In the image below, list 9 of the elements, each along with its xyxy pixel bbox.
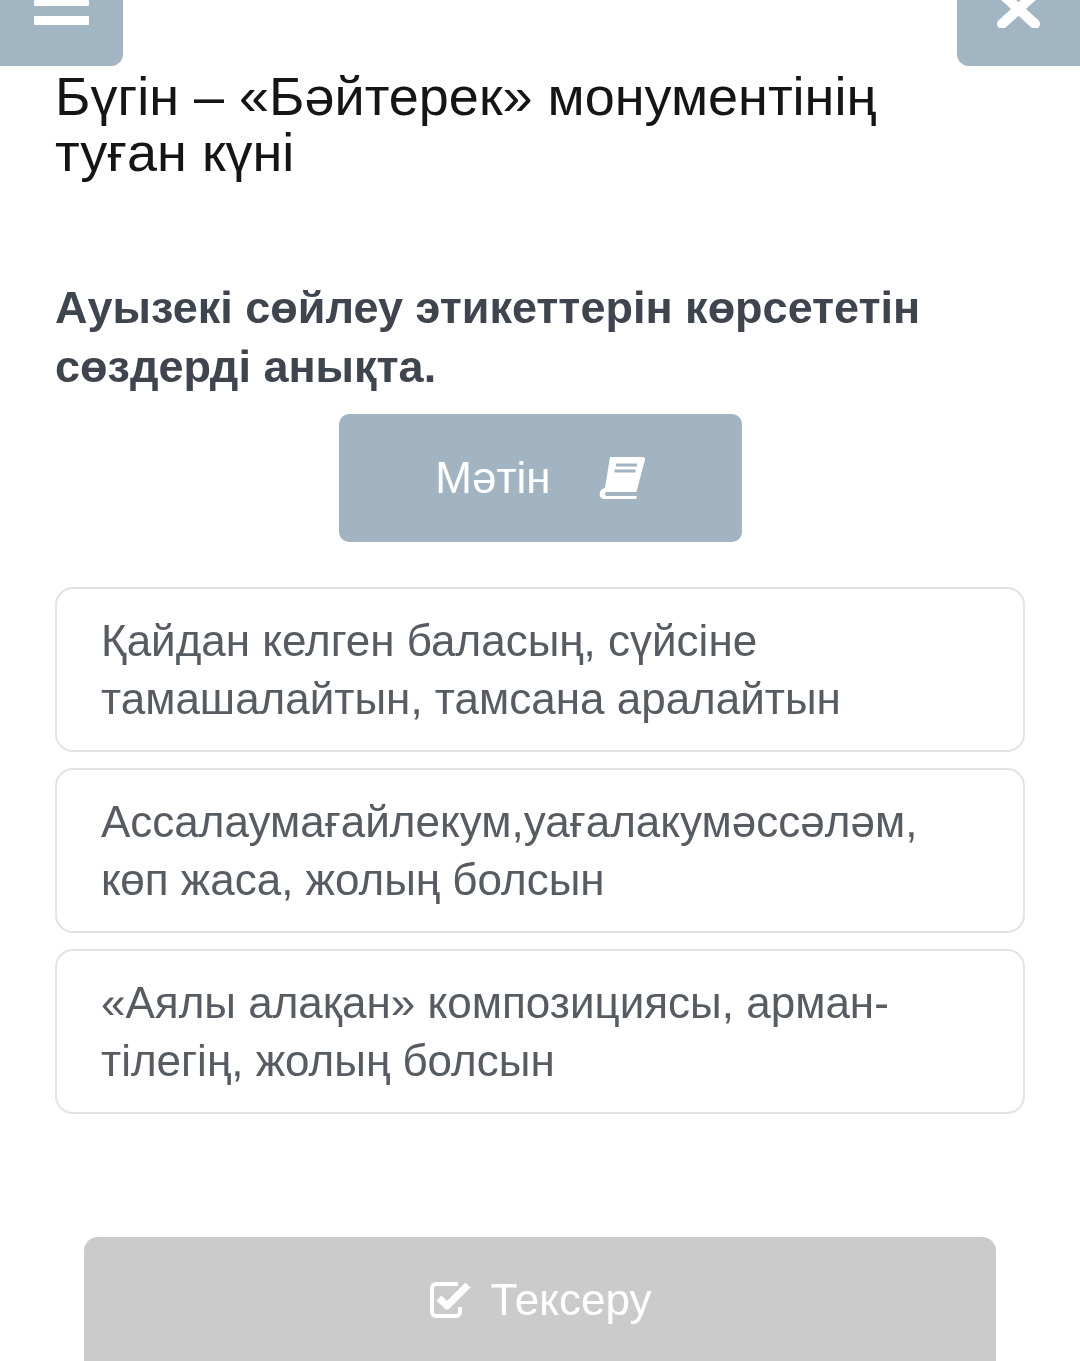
menu-icon xyxy=(34,0,89,25)
answer-option[interactable]: Ассалаумағайлекум,уағалакумәссәләм, көп жаса, жолың болсын xyxy=(55,768,1025,933)
answer-option[interactable]: «Аялы алақан» композициясы, арман-тілегің, жолың болсын xyxy=(55,949,1025,1114)
close-icon xyxy=(996,0,1041,28)
answer-option[interactable]: Қайдан келген баласың, сүйсіне тамашалайтын, тамсана аралайтын xyxy=(55,587,1025,752)
question-text: Ауызекі сөйлеу этикеттерін көрсететін сөздерді анықта. xyxy=(55,281,922,394)
close-button[interactable] xyxy=(957,0,1080,66)
lesson-title: Бүгін – «Бәйтерек» монументінің туған күні xyxy=(55,68,878,180)
menu-button[interactable] xyxy=(0,0,123,66)
